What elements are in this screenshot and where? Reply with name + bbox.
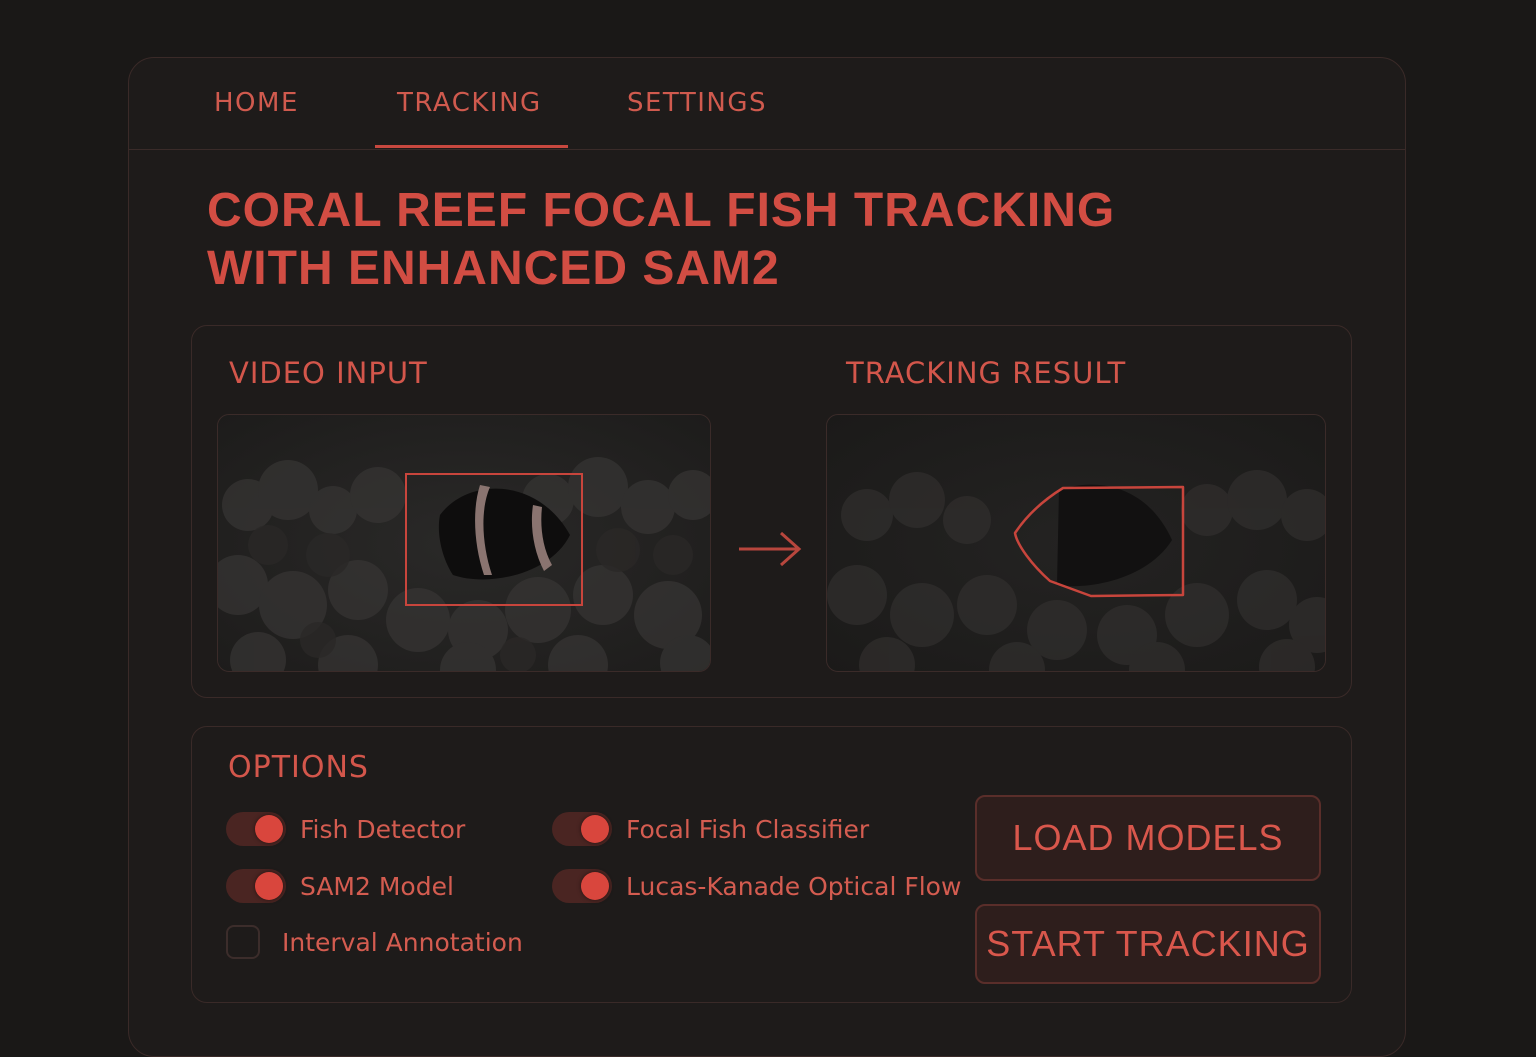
checkbox[interactable] [226,925,260,959]
options-panel: OPTIONS Fish Detector Focal Fish Classif… [191,726,1352,1003]
toggle-label: Focal Fish Classifier [626,814,870,844]
active-tab-indicator [375,145,568,148]
arrow-right-icon [739,531,802,567]
toggle-focal-fish-classifier[interactable]: Focal Fish Classifier [552,811,869,847]
page-title: CORAL REEF FOCAL FISH TRACKING WITH ENHA… [207,182,1207,298]
checkbox-interval-annotation[interactable]: Interval Annotation [226,924,523,960]
toggle-knob [581,815,609,843]
toggle-knob [581,872,609,900]
toggle-knob [255,815,283,843]
toggle-label: Lucas-Kanade Optical Flow [626,871,962,901]
app-window: HOME TRACKING SETTINGS CORAL REEF FOCAL … [128,57,1406,1057]
options-heading: OPTIONS [228,750,369,785]
tab-tracking[interactable]: TRACKING [397,88,542,118]
start-tracking-button[interactable]: START TRACKING [975,904,1321,984]
tab-settings[interactable]: SETTINGS [627,88,767,118]
video-input-frame[interactable] [217,414,711,672]
checkbox-label: Interval Annotation [282,927,523,957]
toggle-switch[interactable] [552,869,612,903]
page-title-line2: WITH ENHANCED SAM2 [207,242,780,295]
video-input-label: VIDEO INPUT [229,356,428,390]
page-title-line1: CORAL REEF FOCAL FISH TRACKING [207,184,1116,237]
nav-bar: HOME TRACKING SETTINGS [129,58,1405,150]
video-panel: VIDEO INPUT TRACKING RESULT [191,325,1352,698]
tracking-result-frame[interactable] [826,414,1326,672]
toggle-sam2-model[interactable]: SAM2 Model [226,868,454,904]
tracking-result-label: TRACKING RESULT [846,356,1127,390]
toggle-label: Fish Detector [300,814,466,844]
toggle-lucas-kanade-optical-flow[interactable]: Lucas-Kanade Optical Flow [552,868,961,904]
load-models-button[interactable]: LOAD MODELS [975,795,1321,881]
toggle-knob [255,872,283,900]
toggle-label: SAM2 Model [300,871,454,901]
toggle-switch[interactable] [226,869,286,903]
tab-home[interactable]: HOME [214,88,299,118]
toggle-switch[interactable] [226,812,286,846]
toggle-switch[interactable] [552,812,612,846]
toggle-fish-detector[interactable]: Fish Detector [226,811,465,847]
